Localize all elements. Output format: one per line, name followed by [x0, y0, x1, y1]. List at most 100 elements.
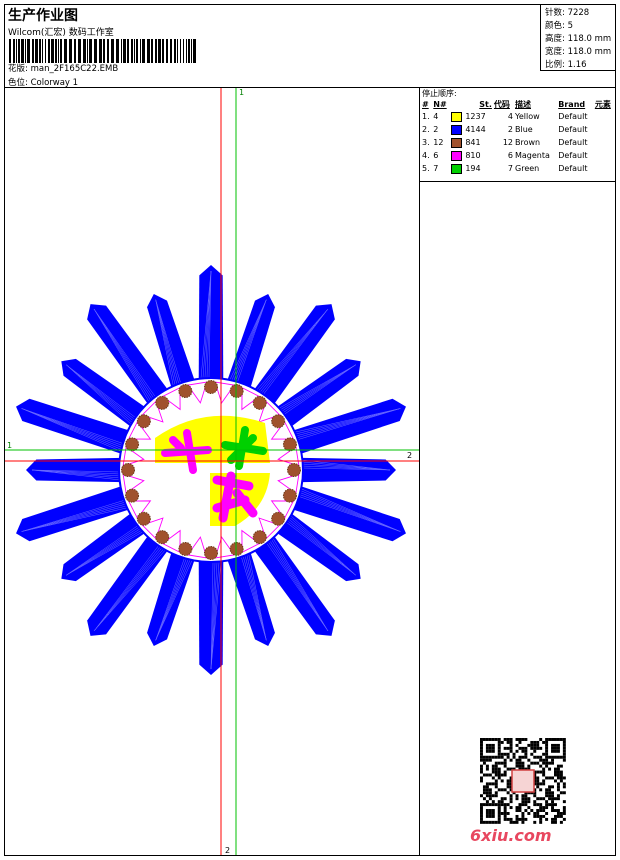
axis-label-top: 1	[239, 88, 245, 97]
qr-module	[556, 773, 560, 777]
qr-module	[539, 758, 543, 762]
qr-module	[556, 764, 560, 768]
qr-module	[480, 812, 483, 815]
color-swatch	[451, 137, 463, 148]
qr-module	[480, 779, 483, 783]
qr-module	[494, 770, 498, 774]
qr-module	[545, 803, 549, 807]
barcode-bar	[99, 39, 102, 63]
qr-module	[521, 755, 525, 759]
barcode-bar	[83, 39, 86, 63]
qr-module	[485, 743, 489, 747]
qr-module	[491, 782, 495, 786]
qr-module	[527, 758, 531, 762]
barcode-bar	[123, 39, 126, 63]
qr-module	[521, 814, 525, 818]
qr-module	[497, 803, 501, 807]
barcode-bar	[155, 39, 157, 63]
row-stitches: 4144	[450, 123, 493, 136]
qr-module	[485, 812, 489, 815]
qr-module	[539, 770, 543, 774]
qr-module	[480, 755, 483, 759]
qr-module	[497, 746, 501, 750]
barcode-bar	[64, 39, 67, 63]
stats-bottom-divider	[540, 70, 616, 71]
qr-module	[491, 767, 495, 771]
qr-module	[551, 758, 554, 762]
brown-dot	[287, 463, 301, 477]
barcode	[9, 39, 196, 63]
qr-module	[545, 764, 549, 768]
qr-module	[494, 785, 498, 789]
qr-module	[562, 782, 566, 786]
qr-module	[556, 767, 560, 771]
qr-module	[539, 746, 543, 750]
qr-module	[521, 817, 525, 821]
barcode-bar	[140, 39, 141, 63]
qr-module	[488, 794, 492, 798]
qr-module	[562, 743, 566, 747]
qr-module	[551, 746, 554, 750]
qr-module	[562, 785, 566, 789]
qr-module	[545, 806, 549, 810]
qr-module	[551, 785, 554, 789]
qr-module	[515, 814, 519, 818]
barcode-bar	[103, 39, 105, 63]
barcode-bar	[180, 39, 181, 63]
row-element	[594, 149, 615, 162]
qr-module	[497, 812, 501, 815]
qr-module	[521, 749, 525, 753]
row-brand: Default	[558, 138, 588, 147]
qr-module	[545, 776, 549, 780]
qr-module	[542, 782, 546, 786]
qr-module	[536, 746, 540, 750]
qr-module	[480, 770, 483, 774]
qr-module	[562, 809, 566, 812]
barcode-bar	[177, 39, 178, 63]
qr-module	[542, 767, 546, 771]
qr-module	[491, 803, 495, 807]
brown-dot	[178, 541, 193, 556]
qr-module	[548, 794, 552, 798]
legend-bottom-divider	[419, 181, 616, 182]
brown-dot	[252, 395, 267, 410]
brown-dot	[136, 511, 151, 526]
qr-module	[556, 814, 560, 818]
qr-module	[488, 820, 492, 824]
qr-module	[500, 752, 504, 756]
row-stitches: 841	[450, 136, 493, 149]
row-stitches: 810	[450, 149, 493, 162]
qr-module	[539, 809, 543, 812]
row-index: 1.	[422, 112, 430, 121]
qr-module	[480, 817, 483, 821]
qr-module	[556, 743, 560, 747]
brown-dot	[121, 463, 135, 477]
design-file-label: 花版:	[8, 64, 28, 74]
qr-module	[545, 755, 549, 759]
qr-module	[497, 806, 501, 810]
qr-module	[536, 812, 540, 815]
qr-module	[554, 817, 557, 821]
qr-module	[533, 814, 537, 818]
barcode-bar	[35, 39, 38, 63]
qr-module	[500, 803, 504, 807]
qr-module	[533, 820, 537, 824]
qr-module	[509, 743, 513, 747]
qr-module	[536, 776, 540, 780]
qr-module	[480, 809, 483, 812]
qr-module	[491, 749, 495, 753]
legend-header-row: # N# St. 代码 描述 Brand 元素	[421, 99, 615, 110]
qr-module	[488, 814, 492, 818]
qr-module	[509, 758, 513, 762]
height-row: 高度: 118.0 mm	[545, 32, 611, 44]
stitches-row: 针数: 7228	[545, 6, 589, 18]
row-code: 6	[507, 151, 513, 160]
qr-module	[485, 814, 489, 818]
barcode-bar	[183, 39, 184, 63]
row-stitches: 1237	[450, 110, 493, 123]
qr-module	[562, 740, 566, 744]
barcode-bar	[87, 39, 88, 63]
barcode-bar	[27, 39, 30, 63]
color-swatch	[451, 124, 463, 135]
qr-module	[509, 746, 513, 750]
